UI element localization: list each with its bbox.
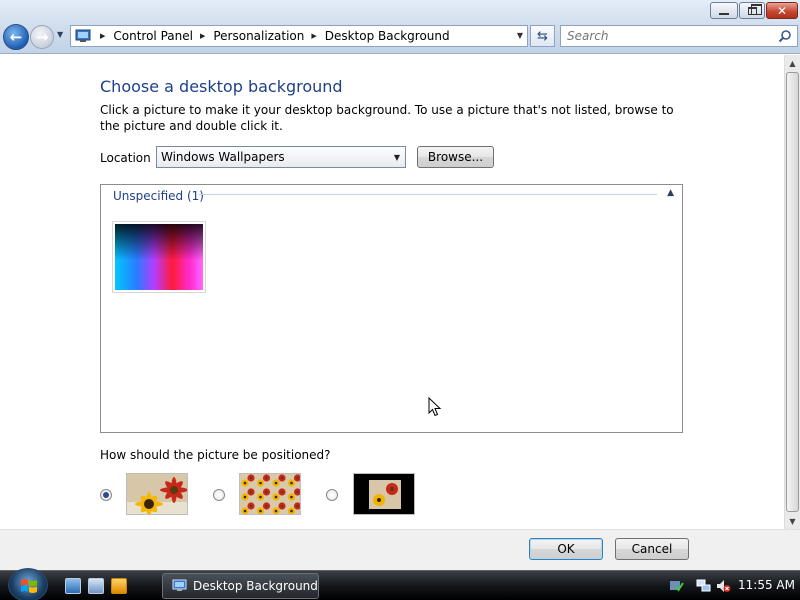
windows-logo-icon	[21, 579, 37, 593]
centered-flower-image-icon	[354, 474, 414, 514]
windows-update-icon[interactable]	[669, 579, 684, 593]
volume-muted-icon[interactable]	[716, 579, 731, 593]
mouse-cursor-icon	[428, 397, 442, 417]
position-tile-preview[interactable]	[239, 473, 301, 515]
breadcrumb-desktop-background[interactable]: Desktop Background	[325, 29, 450, 43]
refresh-icon: ⇆	[537, 28, 548, 44]
minimize-button[interactable]	[710, 2, 738, 19]
window-chrome: ✕ ← → ▼ ▶ Control Panel ▶ Personalizatio…	[0, 0, 800, 54]
tiled-flower-image-icon	[240, 474, 300, 514]
control-panel-icon	[75, 29, 91, 42]
scrollbar-thumb[interactable]	[786, 72, 799, 512]
system-clock[interactable]: 11:55 AM	[738, 578, 795, 592]
back-arrow-icon: ←	[9, 28, 23, 46]
position-fill-preview[interactable]	[126, 473, 188, 515]
media-player-icon[interactable]	[111, 578, 127, 594]
dialog-footer: OK Cancel	[0, 529, 800, 570]
search-icon[interactable]	[778, 29, 792, 43]
control-panel-icon	[172, 579, 187, 591]
vertical-scrollbar[interactable]: ▲ ▼	[784, 55, 800, 529]
network-icon[interactable]	[696, 579, 711, 593]
chevron-down-icon: ▼	[393, 153, 400, 162]
scroll-up-icon[interactable]: ▲	[785, 55, 800, 71]
minimize-icon	[719, 12, 729, 15]
chevron-down-icon[interactable]: ▼	[517, 31, 523, 40]
cancel-button[interactable]: Cancel	[615, 538, 689, 560]
ok-button[interactable]: OK	[529, 538, 603, 560]
back-button[interactable]: ←	[3, 24, 29, 50]
group-divider	[199, 194, 657, 195]
maximize-button[interactable]	[739, 2, 765, 19]
restore-icon	[747, 3, 762, 15]
switch-windows-icon[interactable]	[88, 578, 104, 594]
position-tile-radio[interactable]	[213, 489, 225, 501]
position-center-preview[interactable]	[353, 473, 415, 515]
page-description: Click a picture to make it your desktop …	[100, 103, 674, 133]
position-center-radio[interactable]	[326, 489, 338, 501]
content-pane: Choose a desktop background Click a pict…	[0, 55, 784, 529]
breadcrumb-separator[interactable]: ▶	[200, 32, 205, 40]
browse-button[interactable]: Browse...	[417, 146, 494, 168]
flower-image-icon	[127, 474, 187, 514]
forward-button[interactable]: →	[30, 25, 54, 49]
breadcrumb-separator[interactable]: ▶	[311, 32, 316, 40]
group-header[interactable]: Unspecified (1)	[113, 189, 204, 203]
position-fill-radio[interactable]	[100, 489, 112, 501]
wallpaper-thumbnail[interactable]	[112, 221, 206, 293]
search-input[interactable]	[567, 29, 767, 43]
taskbar-button-label: Desktop Background	[193, 579, 318, 593]
close-button[interactable]: ✕	[766, 2, 798, 19]
address-bar[interactable]: ▶ Control Panel ▶ Personalization ▶ Desk…	[70, 25, 528, 47]
search-box[interactable]	[560, 25, 798, 47]
wallpaper-image	[115, 224, 203, 290]
refresh-button[interactable]: ⇆	[530, 25, 555, 47]
location-selected-value: Windows Wallpapers	[161, 150, 285, 164]
location-dropdown[interactable]: Windows Wallpapers ▼	[156, 146, 406, 168]
show-desktop-icon[interactable]	[65, 578, 81, 594]
collapse-icon[interactable]: ▲	[667, 188, 674, 198]
taskbar: Desktop Background 11:55 AM	[0, 568, 800, 600]
start-button[interactable]	[8, 568, 48, 600]
page-title: Choose a desktop background	[100, 77, 343, 96]
close-icon: ✕	[776, 3, 788, 18]
breadcrumb-control-panel[interactable]: Control Panel	[113, 29, 193, 43]
location-label: Location	[100, 151, 151, 165]
position-label: How should the picture be positioned?	[100, 448, 331, 462]
breadcrumb-personalization[interactable]: Personalization	[213, 29, 304, 43]
breadcrumb-separator[interactable]: ▶	[100, 32, 105, 40]
scroll-down-icon[interactable]: ▼	[785, 513, 800, 529]
wallpaper-gallery[interactable]: Unspecified (1) ▲	[100, 184, 683, 433]
recent-pages-dropdown[interactable]: ▼	[57, 30, 67, 42]
forward-arrow-icon: →	[35, 28, 49, 46]
taskbar-button-desktop-background[interactable]: Desktop Background	[162, 573, 319, 599]
